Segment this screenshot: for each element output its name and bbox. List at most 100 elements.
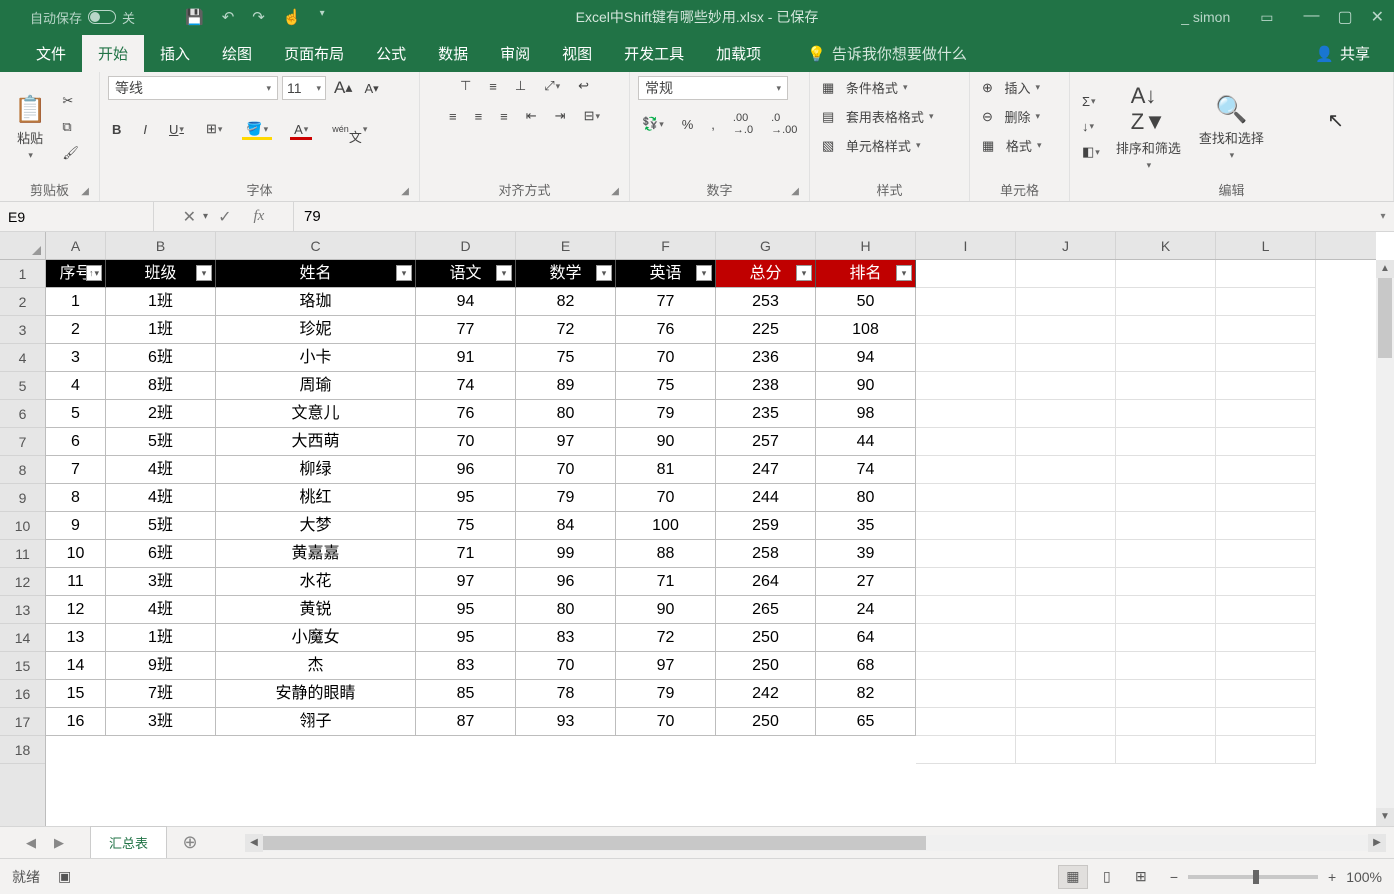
table-cell[interactable]: 小魔女 <box>216 624 416 652</box>
table-cell[interactable]: 44 <box>816 428 916 456</box>
bold-icon[interactable]: B <box>108 120 125 139</box>
percent-icon[interactable]: % <box>678 115 698 134</box>
table-cell[interactable]: 72 <box>616 624 716 652</box>
tab-layout[interactable]: 页面布局 <box>268 35 360 72</box>
scroll-right-icon[interactable]: ▶ <box>1368 834 1386 852</box>
empty-cell[interactable] <box>1216 484 1316 512</box>
select-all-corner[interactable] <box>0 232 46 260</box>
empty-cell[interactable] <box>1116 624 1216 652</box>
empty-cell[interactable] <box>1016 624 1116 652</box>
horizontal-scrollbar[interactable]: ◀ ▶ <box>245 834 1386 852</box>
page-break-view-icon[interactable]: ⊞ <box>1126 865 1156 889</box>
table-cell[interactable]: 70 <box>616 344 716 372</box>
row-header[interactable]: 6 <box>0 400 45 428</box>
table-cell[interactable]: 75 <box>416 512 516 540</box>
tab-file[interactable]: 文件 <box>20 35 82 72</box>
hscroll-thumb[interactable] <box>263 836 926 850</box>
empty-cell[interactable] <box>1116 568 1216 596</box>
table-cell[interactable]: 76 <box>616 316 716 344</box>
table-cell[interactable]: 70 <box>516 456 616 484</box>
scroll-up-icon[interactable]: ▲ <box>1376 260 1394 278</box>
table-cell[interactable]: 94 <box>416 288 516 316</box>
tab-home[interactable]: 开始 <box>82 35 144 72</box>
table-cell[interactable]: 96 <box>516 568 616 596</box>
sort-filter-button[interactable]: A↓Z▼ 排序和筛选▾ <box>1110 79 1187 175</box>
table-cell[interactable]: 84 <box>516 512 616 540</box>
empty-cell[interactable] <box>916 680 1016 708</box>
column-header[interactable]: B <box>106 232 216 259</box>
table-header-cell[interactable]: 班级▾ <box>106 260 216 288</box>
empty-cell[interactable] <box>1216 400 1316 428</box>
table-header-cell[interactable]: 语文▾ <box>416 260 516 288</box>
empty-cell[interactable] <box>916 652 1016 680</box>
empty-cell[interactable] <box>1216 652 1316 680</box>
new-sheet-icon[interactable]: ⊕ <box>175 832 205 853</box>
column-header[interactable]: J <box>1016 232 1116 259</box>
tab-addins[interactable]: 加载项 <box>700 35 777 72</box>
table-cell[interactable]: 96 <box>416 456 516 484</box>
table-cell[interactable]: 1 <box>46 288 106 316</box>
table-cell[interactable]: 2班 <box>106 400 216 428</box>
table-cell[interactable]: 74 <box>816 456 916 484</box>
table-cell[interactable]: 250 <box>716 652 816 680</box>
empty-cell[interactable] <box>1016 596 1116 624</box>
row-header[interactable]: 15 <box>0 652 45 680</box>
empty-cell[interactable] <box>916 260 1016 288</box>
table-cell[interactable]: 周瑜 <box>216 372 416 400</box>
empty-cell[interactable] <box>1216 708 1316 736</box>
table-cell[interactable]: 2 <box>46 316 106 344</box>
minimize-icon[interactable]: — <box>1303 7 1319 27</box>
zoom-slider[interactable] <box>1188 875 1318 879</box>
table-cell[interactable]: 1班 <box>106 288 216 316</box>
table-cell[interactable]: 11 <box>46 568 106 596</box>
empty-cell[interactable] <box>1016 344 1116 372</box>
table-cell[interactable]: 74 <box>416 372 516 400</box>
qat-dropdown-icon[interactable]: ▾ <box>320 8 325 26</box>
border-icon[interactable]: ⊞▾ <box>202 119 226 139</box>
table-cell[interactable]: 3班 <box>106 568 216 596</box>
table-cell[interactable]: 79 <box>516 484 616 512</box>
table-cell[interactable]: 238 <box>716 372 816 400</box>
table-cell[interactable]: 76 <box>416 400 516 428</box>
empty-cell[interactable] <box>1216 736 1316 764</box>
table-cell[interactable]: 5 <box>46 400 106 428</box>
name-box[interactable]: ▾ <box>0 202 154 231</box>
fill-color-icon[interactable]: 🪣▾ <box>240 119 274 139</box>
row-header[interactable]: 1 <box>0 260 45 288</box>
empty-cell[interactable] <box>1016 736 1116 764</box>
empty-cell[interactable] <box>1016 400 1116 428</box>
table-header-cell[interactable]: 序号▾ <box>46 260 106 288</box>
tab-draw[interactable]: 绘图 <box>206 35 268 72</box>
table-cell[interactable]: 13 <box>46 624 106 652</box>
empty-cell[interactable] <box>1116 288 1216 316</box>
empty-cell[interactable] <box>916 736 1016 764</box>
prev-sheet-icon[interactable]: ◀ <box>26 835 36 851</box>
table-cell[interactable]: 3班 <box>106 708 216 736</box>
empty-cell[interactable] <box>1116 372 1216 400</box>
table-cell[interactable]: 65 <box>816 708 916 736</box>
empty-cell[interactable] <box>1116 540 1216 568</box>
table-cell[interactable]: 88 <box>616 540 716 568</box>
empty-cell[interactable] <box>1016 540 1116 568</box>
table-cell[interactable]: 82 <box>816 680 916 708</box>
table-cell[interactable]: 87 <box>416 708 516 736</box>
cancel-formula-icon[interactable]: ✕ <box>183 207 196 227</box>
table-cell[interactable]: 6班 <box>106 344 216 372</box>
row-header[interactable]: 12 <box>0 568 45 596</box>
table-cell[interactable]: 9班 <box>106 652 216 680</box>
table-cell[interactable]: 81 <box>616 456 716 484</box>
orientation-icon[interactable]: ⤢▾ <box>540 76 564 96</box>
number-format-combo[interactable]: 常规▾ <box>638 76 788 100</box>
filter-dropdown-icon[interactable]: ▾ <box>396 265 412 281</box>
format-painter-icon[interactable]: 🖌 <box>58 143 83 163</box>
row-header[interactable]: 2 <box>0 288 45 316</box>
empty-cell[interactable] <box>916 344 1016 372</box>
empty-cell[interactable] <box>916 428 1016 456</box>
table-cell[interactable]: 水花 <box>216 568 416 596</box>
empty-cell[interactable] <box>1016 680 1116 708</box>
table-cell[interactable]: 9 <box>46 512 106 540</box>
decrease-decimal-icon[interactable]: .0→.00 <box>767 110 801 138</box>
empty-cell[interactable] <box>1116 680 1216 708</box>
table-cell[interactable]: 236 <box>716 344 816 372</box>
clear-icon[interactable]: ◧▾ <box>1078 142 1104 162</box>
